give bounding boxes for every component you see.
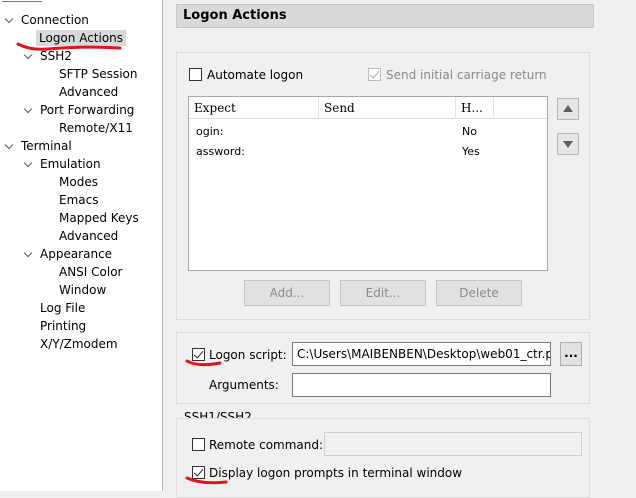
add-button[interactable]: Add...	[244, 280, 330, 306]
tree-item-label: Port Forwarding	[40, 103, 135, 117]
list-item[interactable]: ogin: No	[189, 123, 547, 141]
arguments-label: Arguments:	[209, 378, 279, 392]
arguments-input[interactable]	[292, 373, 551, 397]
tree-item-label: Emacs	[59, 193, 99, 207]
automate-logon-label: Automate logon	[207, 68, 304, 82]
column-header-send[interactable]: Send	[319, 97, 456, 119]
tree-item-emulation-advanced[interactable]: Advanced	[59, 227, 118, 245]
checkmark-icon	[193, 466, 204, 477]
tree-item-label: Logon Actions	[36, 30, 127, 46]
tree-item-emacs[interactable]: Emacs	[59, 191, 98, 209]
tree-item-logon-actions[interactable]: Logon Actions	[36, 29, 127, 47]
tree-item-sftp-session[interactable]: SFTP Session	[59, 65, 137, 83]
tree-item-label: Mapped Keys	[59, 211, 139, 225]
logon-script-checkbox[interactable]	[192, 348, 205, 361]
tree-item-window[interactable]: Window	[59, 281, 106, 299]
tree-item-label: Appearance	[40, 247, 113, 261]
settings-panel: Logon Actions Automate logon Send initia…	[164, 0, 636, 498]
tree-item-ansi-color[interactable]: ANSI Color	[59, 263, 123, 281]
automate-logon-checkbox[interactable]	[189, 68, 202, 81]
tree-item-label: Advanced	[59, 85, 119, 99]
category-tree[interactable]: Connection Logon Actions SSH2 SFTP Sessi…	[0, 0, 163, 491]
chevron-down-icon[interactable]	[24, 47, 34, 65]
tree-item-label: Terminal	[21, 139, 72, 153]
page-title: Logon Actions	[183, 8, 287, 23]
tree-item-label: Modes	[59, 175, 98, 189]
tree-item-modes[interactable]: Modes	[59, 173, 98, 191]
remote-command-label: Remote command:	[209, 438, 324, 452]
tree-item-xyzmodem[interactable]: X/Y/Zmodem	[40, 335, 118, 353]
send-cr-checkbox[interactable]	[368, 68, 381, 81]
cell-hide: Yes	[462, 145, 480, 158]
tree-item-ssh2-advanced[interactable]: Advanced	[59, 83, 118, 101]
chevron-down-icon[interactable]	[24, 101, 34, 119]
tree-item-label: Log File	[40, 301, 86, 315]
chevron-down-icon[interactable]	[24, 155, 34, 173]
checkmark-icon	[369, 68, 380, 79]
move-up-button[interactable]	[557, 98, 579, 120]
send-cr-label: Send initial carriage return	[386, 68, 547, 82]
tree-item-label: Advanced	[59, 229, 119, 243]
tree-item-label: ANSI Color	[59, 265, 123, 279]
cell-expect: ogin:	[196, 125, 224, 138]
cell-expect: assword:	[196, 145, 245, 158]
chevron-down-icon[interactable]	[5, 11, 15, 29]
ssh-group	[176, 418, 590, 498]
tree-item-label: Emulation	[40, 157, 101, 171]
tree-item-printing[interactable]: Printing	[40, 317, 86, 335]
tree-item-label: Connection	[21, 13, 89, 27]
browse-button[interactable]: ...	[560, 342, 582, 366]
chevron-down-icon[interactable]	[24, 245, 34, 263]
edit-button[interactable]: Edit...	[340, 280, 426, 306]
clipped-item	[2, 0, 42, 2]
column-header-hide[interactable]: H...	[456, 97, 494, 119]
cell-hide: No	[462, 125, 477, 138]
tree-item-label: SFTP Session	[59, 67, 138, 81]
remote-command-checkbox[interactable]	[192, 438, 205, 451]
arrow-down-icon	[563, 141, 573, 148]
arrow-up-icon	[563, 105, 573, 112]
tree-item-remote-x11[interactable]: Remote/X11	[59, 119, 133, 137]
checkmark-icon	[193, 348, 204, 359]
tree-item-label: Printing	[40, 319, 87, 333]
list-header: Expect Send H...	[189, 97, 547, 119]
column-header-expect[interactable]: Expect	[189, 97, 319, 119]
tree-item-label: Remote/X11	[59, 121, 133, 135]
display-prompts-label: Display logon prompts in terminal window	[209, 466, 463, 480]
expect-send-list[interactable]: Expect Send H... ogin: No assword: Yes	[188, 96, 548, 271]
tree-item-label: SSH2	[40, 49, 72, 63]
tree-item-mapped-keys[interactable]: Mapped Keys	[59, 209, 139, 227]
panel-header: Logon Actions	[176, 4, 594, 28]
chevron-down-icon[interactable]	[5, 137, 15, 155]
tree-item-label: X/Y/Zmodem	[40, 337, 118, 351]
logon-script-label: Logon script:	[209, 348, 287, 362]
display-prompts-checkbox[interactable]	[192, 466, 205, 479]
delete-button[interactable]: Delete	[436, 280, 522, 306]
tree-item-log-file[interactable]: Log File	[40, 299, 85, 317]
remote-command-input[interactable]	[324, 432, 582, 456]
list-item[interactable]: assword: Yes	[189, 143, 547, 161]
move-down-button[interactable]	[557, 133, 579, 155]
tree-item-label: Window	[59, 283, 107, 297]
logon-script-path-input[interactable]: C:\Users\MAIBENBEN\Desktop\web01_ctr.py	[292, 342, 551, 366]
